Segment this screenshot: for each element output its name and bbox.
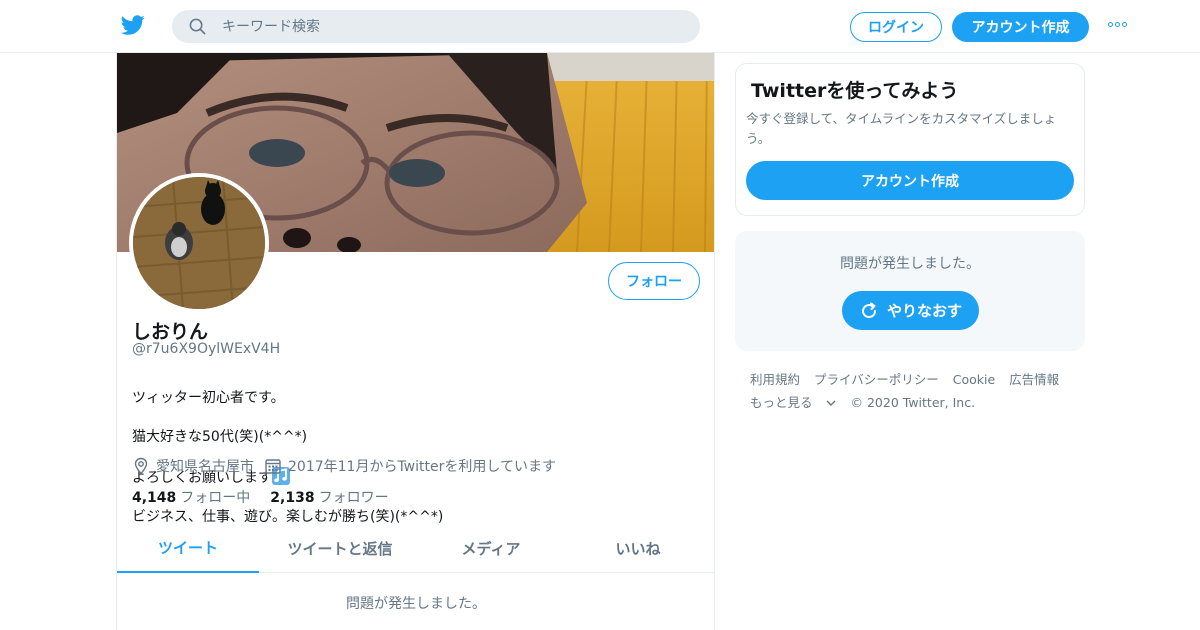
footer-link-terms[interactable]: 利用規約 — [750, 372, 800, 387]
footer-links: 利用規約 プライバシーポリシー Cookie 広告情報 もっと見る © 2020… — [750, 368, 1080, 414]
tab-tweets[interactable]: ツイート — [117, 523, 259, 573]
calendar-icon — [265, 459, 281, 474]
more-dot — [1108, 22, 1113, 27]
refresh-icon — [862, 302, 876, 318]
location-pin-icon — [134, 457, 148, 475]
profile-meta: 愛知県名古屋市 2017年11月からTwitterを利用しています — [132, 456, 566, 476]
more-icon[interactable] — [1108, 22, 1129, 30]
retry-button-label: やりなおす — [886, 302, 962, 320]
timeline-error-message: 問題が発生しました。 — [346, 596, 486, 612]
sidebar-error-message: 問題が発生しました。 — [840, 256, 980, 272]
location-text: 愛知県名古屋市 — [156, 459, 254, 475]
signup-card-button[interactable]: アカウント作成 — [746, 161, 1074, 200]
footer-copyright: © 2020 Twitter, Inc. — [850, 395, 976, 410]
more-link-label: もっと見る — [750, 395, 813, 410]
followers-count: 2,138 — [270, 490, 315, 506]
twitter-bird-icon[interactable] — [120, 13, 146, 37]
joined-text: 2017年11月からTwitterを利用しています — [288, 459, 556, 475]
profile-location: 愛知県名古屋市 — [132, 456, 254, 476]
search-input[interactable] — [222, 10, 682, 43]
chevron-down-icon — [826, 400, 836, 406]
tab-tweets-and-replies[interactable]: ツイートと返信 — [259, 523, 421, 573]
signup-card-title: Twitterを使ってみよう — [751, 80, 959, 102]
profile-handle[interactable]: @r7u6X9OylWExV4H — [132, 341, 280, 357]
follow-button[interactable]: フォロー — [608, 262, 700, 300]
profile-display-name[interactable]: しおりん — [132, 317, 208, 344]
avatar[interactable] — [129, 173, 269, 313]
more-dot — [1122, 22, 1127, 27]
signup-button[interactable]: アカウント作成 — [952, 12, 1089, 42]
footer-link-ads[interactable]: 広告情報 — [1009, 372, 1059, 387]
search-icon — [189, 18, 206, 35]
bio-line: ツィッター初心者です。 — [132, 389, 285, 406]
footer-row: もっと見る © 2020 Twitter, Inc. — [750, 391, 1080, 414]
profile-column: フォロー しおりん @r7u6X9OylWExV4H ツィッター初心者です。 猫… — [116, 53, 715, 630]
following-label: フォロー中 — [180, 490, 251, 506]
signup-card: Twitterを使ってみよう 今すぐ登録して、タイムラインをカスタマイズしましょ… — [735, 63, 1085, 216]
search-box[interactable] — [172, 10, 700, 43]
avatar-cats-photo — [133, 177, 265, 309]
profile-stats: 4,148 フォロー中 2,138 フォロワー — [132, 487, 409, 507]
top-navigation-bar: ログイン アカウント作成 — [0, 0, 1200, 53]
tab-media[interactable]: メディア — [421, 523, 561, 573]
footer-link-more[interactable]: もっと見る — [750, 395, 837, 410]
bio-line: 猫大好きな50代(笑)(*^^*) — [132, 428, 308, 445]
followers-label: フォロワー — [318, 490, 389, 506]
footer-link-privacy[interactable]: プライバシーポリシー — [814, 372, 939, 387]
signup-card-description: 今すぐ登録して、タイムラインをカスタマイズしましょう。 — [746, 111, 1057, 146]
profile-tabs: ツイート ツイートと返信 メディア いいね — [117, 523, 714, 573]
following-stat[interactable]: 4,148 フォロー中 — [132, 487, 250, 507]
tab-likes[interactable]: いいね — [561, 523, 714, 573]
followers-stat[interactable]: 2,138 フォロワー — [270, 487, 388, 507]
login-button[interactable]: ログイン — [850, 12, 942, 42]
footer-row: 利用規約 プライバシーポリシー Cookie 広告情報 — [750, 368, 1080, 391]
retry-button[interactable]: やりなおす — [842, 291, 979, 330]
profile-joined: 2017年11月からTwitterを利用しています — [264, 456, 556, 476]
more-dot — [1115, 22, 1120, 27]
sidebar-error-card: 問題が発生しました。 やりなおす — [735, 231, 1085, 351]
following-count: 4,148 — [132, 490, 177, 506]
footer-link-cookie[interactable]: Cookie — [953, 372, 995, 387]
